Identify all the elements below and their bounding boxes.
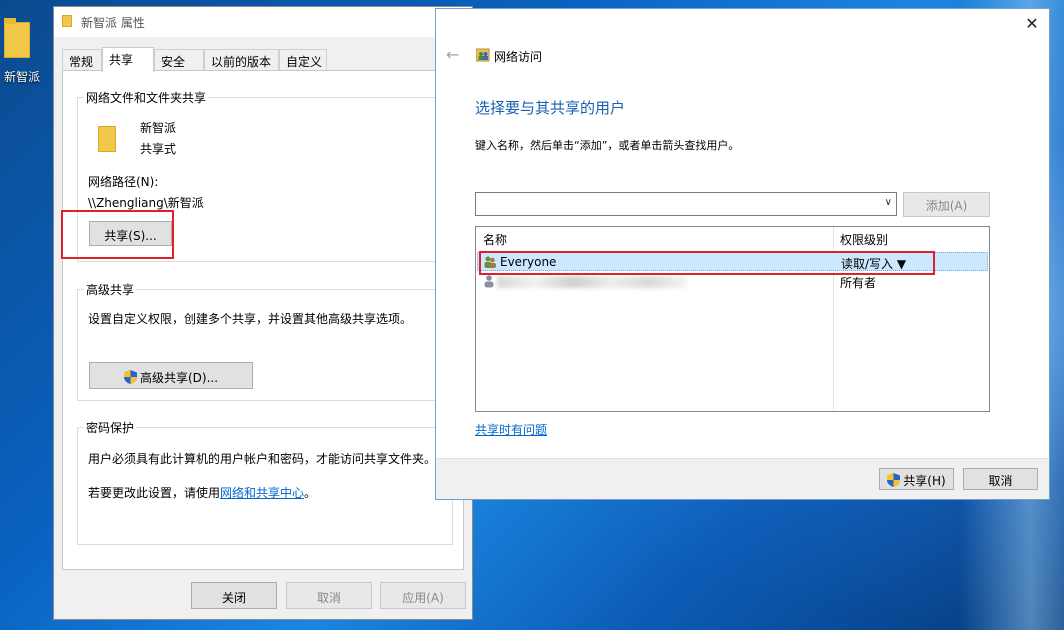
advanced-sharing-button-label: 高级共享(D)... — [139, 371, 219, 385]
apply-button[interactable]: 应用(A) — [380, 582, 466, 609]
tab-sharing[interactable]: 共享 — [102, 47, 154, 72]
close-icon[interactable]: ✕ — [1023, 15, 1041, 33]
password-change-text: 若要更改此设置，请使用网络和共享中心。 — [88, 484, 316, 501]
password-protection-description: 用户必须具有此计算机的用户帐户和密码，才能访问共享文件夹。 — [88, 452, 437, 466]
properties-titlebar: 新智派 属性 — [54, 7, 472, 37]
network-access-title: 网络访问 — [494, 50, 543, 64]
column-header-name[interactable]: 名称 — [476, 227, 833, 249]
shared-folder-name: 新智派 — [140, 121, 177, 135]
back-arrow-icon[interactable]: ← — [446, 45, 459, 64]
network-users-icon — [476, 48, 490, 62]
sharing-tab-panel: 网络文件和文件夹共享 新智派 共享式 网络路径(N): \\Zhengliang… — [61, 70, 464, 570]
password-change-prefix: 若要更改此设置，请使用 — [88, 486, 221, 500]
column-header-permission[interactable]: 权限级别 — [833, 227, 989, 249]
share-confirm-button[interactable]: 共享(H) — [879, 468, 954, 490]
choose-users-instruction: 键入名称，然后单击“添加”，或者单击箭头查找用户。 — [475, 139, 740, 152]
cancel-button[interactable]: 取消 — [286, 582, 372, 609]
shared-folder-icon — [98, 126, 116, 152]
desktop-folder-label: 新智派 — [3, 70, 40, 84]
folder-icon — [62, 15, 72, 27]
choose-users-heading: 选择要与其共享的用户 — [475, 99, 626, 117]
folder-icon — [4, 18, 30, 58]
tab-previous-versions[interactable]: 以前的版本 — [204, 49, 279, 71]
shared-folder-state: 共享式 — [140, 142, 177, 156]
password-change-suffix: 。 — [304, 486, 317, 500]
properties-title: 新智派 属性 — [81, 16, 145, 30]
highlight-everyone-row — [479, 251, 935, 275]
chevron-down-icon[interactable]: ∨ — [885, 197, 892, 208]
highlight-share-button — [61, 210, 174, 259]
uac-shield-icon — [123, 370, 137, 384]
user-icon — [484, 275, 494, 288]
dialog-footer: 共享(H) 取消 — [436, 458, 1049, 499]
sharing-help-link[interactable]: 共享时有问题 — [475, 421, 547, 438]
tab-customize[interactable]: 自定义 — [279, 49, 327, 71]
tab-general[interactable]: 常规 — [62, 49, 102, 71]
dialog-cancel-button[interactable]: 取消 — [963, 468, 1038, 490]
password-protection-group: 密码保护 用户必须具有此计算机的用户帐户和密码，才能访问共享文件夹。 若要更改此… — [77, 419, 453, 545]
blurred-user-name — [497, 276, 687, 288]
add-user-button[interactable]: 添加(A) — [903, 192, 990, 217]
user-name-combobox[interactable]: ∨ — [475, 192, 897, 216]
advanced-sharing-group-title: 高级共享 — [84, 281, 137, 298]
close-button[interactable]: 关闭 — [191, 582, 277, 609]
tab-security[interactable]: 安全 — [154, 49, 204, 71]
password-protection-group-title: 密码保护 — [84, 419, 137, 436]
network-sharing-group-title: 网络文件和文件夹共享 — [84, 89, 209, 106]
advanced-sharing-description: 设置自定义权限，创建多个共享，并设置其他高级共享选项。 — [88, 312, 413, 326]
advanced-sharing-button[interactable]: 高级共享(D)... — [89, 362, 253, 389]
network-sharing-center-link[interactable]: 网络和共享中心 — [220, 486, 304, 500]
properties-window: 新智派 属性 常规 共享 安全 以前的版本 自定义 网络文件和文件夹共享 新智派… — [53, 6, 473, 620]
network-path-value: \\Zhengliang\新智派 — [88, 196, 204, 210]
permission-level: 所有者 — [840, 276, 877, 290]
network-path-label: 网络路径(N): — [88, 175, 159, 189]
advanced-sharing-group: 高级共享 设置自定义权限，创建多个共享，并设置其他高级共享选项。 高级共享(D)… — [77, 281, 453, 401]
share-confirm-label: 共享(H) — [903, 474, 946, 488]
uac-shield-icon — [887, 473, 901, 487]
network-access-dialog: ✕ ← 网络访问 选择要与其共享的用户 键入名称，然后单击“添加”，或者单击箭头… — [435, 8, 1050, 500]
